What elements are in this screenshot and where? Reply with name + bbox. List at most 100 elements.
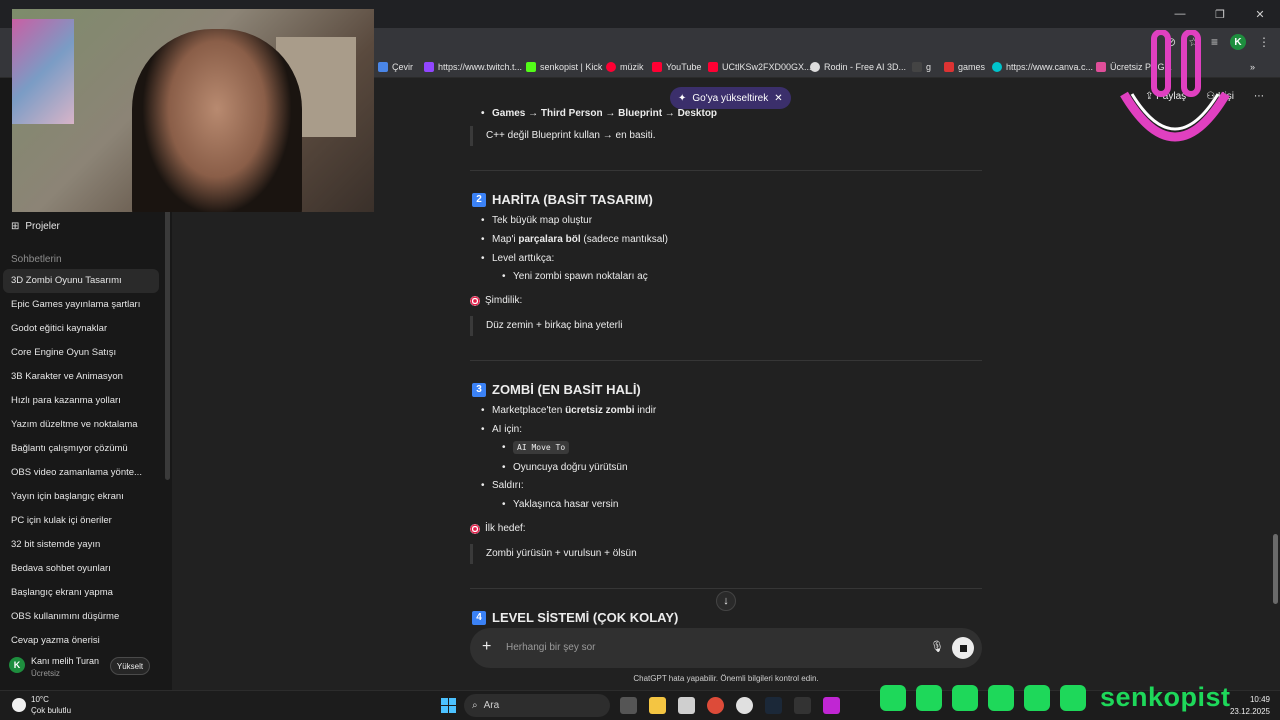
bookmark-item[interactable]: Rodin - Free AI 3D... xyxy=(810,59,906,75)
avatar: K xyxy=(9,657,25,673)
chat-item[interactable]: PC için kulak içi öneriler xyxy=(3,509,159,533)
epic-games-icon[interactable] xyxy=(794,697,811,714)
plus-icon[interactable]: + xyxy=(482,638,491,656)
weather-desc: Çok bulutlu xyxy=(31,706,72,715)
maximize-icon[interactable]: ❐ xyxy=(1200,0,1240,28)
upgrade-pill[interactable]: ✦ Go'ya yükseltirek ✕ xyxy=(670,87,791,109)
chat-item[interactable]: 3B Karakter ve Animasyon xyxy=(3,365,159,389)
user-plan: Ücretsiz xyxy=(31,669,60,678)
list-item: Level arttıkça: xyxy=(481,253,554,264)
list-item: Saldırı: xyxy=(481,480,524,491)
chat-item[interactable]: Yayın için başlangıç ekranı xyxy=(3,485,159,509)
chat-item[interactable]: OBS kullanımını düşürme xyxy=(3,605,159,629)
file-explorer-icon[interactable] xyxy=(649,697,666,714)
task-view-icon[interactable] xyxy=(620,697,637,714)
profile-avatar[interactable]: K xyxy=(1230,34,1246,50)
chat-list: 3D Zombi Oyunu Tasarımı Epic Games yayın… xyxy=(3,269,159,653)
taskbar-clock[interactable]: 10:49 23.12.2025 xyxy=(1230,694,1270,718)
blockquote: Zombi yürüsün + vurulsun + ölsün xyxy=(470,544,637,564)
section-heading: 4 LEVEL SİSTEMİ (ÇOK KOLAY) xyxy=(472,610,678,625)
list-item: AI Move To xyxy=(502,441,570,454)
app-icon[interactable] xyxy=(823,697,840,714)
webcam-overlay xyxy=(12,9,374,212)
chat-item[interactable]: Epic Games yayınlama şartları xyxy=(3,293,159,317)
bell-icon xyxy=(1060,684,1086,711)
close-icon[interactable]: ✕ xyxy=(774,93,782,104)
microphone-icon[interactable]: 🎙 xyxy=(930,640,944,653)
sidebar-projects[interactable]: ⊞ Projeler xyxy=(11,221,60,232)
bookmark-item[interactable]: g xyxy=(912,59,931,75)
sparkle-icon: ✦ xyxy=(678,92,687,104)
cloud-icon xyxy=(12,698,26,712)
list-item: Oyuncuya doğru yürütsün xyxy=(502,462,627,473)
close-icon[interactable]: ✕ xyxy=(1240,0,1280,28)
chat-item[interactable]: OBS video zamanlama yönte... xyxy=(3,461,159,485)
bookmark-item[interactable]: senkopist | Kick xyxy=(526,59,602,75)
obs-icon[interactable] xyxy=(736,697,753,714)
chat-item[interactable]: Core Engine Oyun Satışı xyxy=(3,341,159,365)
list-item: Yeni zombi spawn noktaları aç xyxy=(502,271,648,282)
windows-start-icon[interactable] xyxy=(441,698,456,713)
window-controls: — ❐ ✕ xyxy=(1160,0,1280,28)
list-item: AI için: xyxy=(481,424,522,435)
youtube-icon xyxy=(652,62,662,72)
bookmark-item[interactable]: https://www.twitch.t... xyxy=(424,59,522,75)
store-icon[interactable] xyxy=(678,697,695,714)
bookmark-item[interactable]: games xyxy=(944,59,985,75)
scroll-down-icon[interactable]: ↓ xyxy=(716,591,736,611)
wall-poster xyxy=(12,19,74,124)
chat-item[interactable]: Bedava sohbet oyunları xyxy=(3,557,159,581)
chats-heading: Sohbetlerin xyxy=(11,254,62,265)
target-icon xyxy=(470,523,480,534)
chat-item[interactable]: 32 bit sistemde yayın xyxy=(3,533,159,557)
bookmark-item[interactable]: Çevir xyxy=(378,59,413,75)
bookmark-icon xyxy=(912,62,922,72)
main-scrollbar[interactable] xyxy=(1273,534,1278,604)
callout: İlk hedef: xyxy=(470,523,526,534)
bookmark-item[interactable]: https://www.canva.c... xyxy=(992,59,1093,75)
number-badge: 4 xyxy=(472,610,486,625)
menu-icon[interactable]: ⋮ xyxy=(1258,35,1270,49)
upgrade-button[interactable]: Yükselt xyxy=(110,657,150,675)
taskbar-search[interactable]: ⌕ Ara xyxy=(464,694,610,717)
folder-plus-icon: ⊞ xyxy=(11,221,20,232)
kick-icon xyxy=(952,684,978,711)
streamer xyxy=(132,29,302,212)
chat-item[interactable]: Yazım düzeltme ve noktalama xyxy=(3,413,159,437)
chat-item[interactable]: Cevap yazma önerisi xyxy=(3,629,159,653)
bookmark-item[interactable]: müzik xyxy=(606,59,644,75)
twitch-icon xyxy=(424,62,434,72)
list-item: Yaklaşınca hasar versin xyxy=(502,499,618,510)
brand-name: senkopist xyxy=(1100,682,1231,712)
list-item: Map'i parçalara böl (sadece mantıksal) xyxy=(481,234,668,245)
weather-widget[interactable]: 10°C Çok bulutlu xyxy=(12,694,71,716)
minimize-icon[interactable]: — xyxy=(1160,0,1200,28)
list-item: Games → Third Person → Blueprint → Deskt… xyxy=(481,108,717,119)
steam-icon[interactable] xyxy=(765,697,782,714)
clock-time: 10:49 xyxy=(1249,695,1270,704)
bookmark-item[interactable]: YouTube xyxy=(652,59,701,75)
user-account[interactable]: K Kanı melih Turan Ücretsiz Yükselt xyxy=(0,653,172,687)
chat-item[interactable]: Hızlı para kazanma yolları xyxy=(3,389,159,413)
blockquote: Düz zemin + birkaç bina yeterli xyxy=(470,316,622,336)
divider xyxy=(470,360,982,361)
stop-button[interactable] xyxy=(952,637,974,659)
chat-item[interactable]: Godot eğitici kaynaklar xyxy=(3,317,159,341)
youtube-icon xyxy=(708,62,718,72)
more-options-icon[interactable]: ⋯ xyxy=(1254,91,1264,102)
chat-item[interactable]: Bağlantı çalışmıyor çözümü xyxy=(3,437,159,461)
section-heading: 2 HARİTA (BASİT TASARIM) xyxy=(472,192,653,207)
chrome-icon[interactable] xyxy=(707,697,724,714)
youtube-icon xyxy=(988,684,1014,711)
chat-item[interactable]: Başlangıç ekranı yapma xyxy=(3,581,159,605)
bookmark-item[interactable]: UCtlKSw2FXD00GX... xyxy=(708,59,812,75)
inline-code: AI Move To xyxy=(513,441,570,454)
list-item: Tek büyük map oluştur xyxy=(481,215,592,226)
prompt-input[interactable]: Herhangi bir şey sor xyxy=(506,642,595,653)
music-icon xyxy=(606,62,616,72)
callout: Şimdilik: xyxy=(470,295,522,306)
chat-item[interactable]: 3D Zombi Oyunu Tasarımı xyxy=(3,269,159,293)
png-icon xyxy=(1096,62,1106,72)
more-bookmarks-icon[interactable]: » xyxy=(1250,59,1255,75)
clock-date: 23.12.2025 xyxy=(1229,707,1270,716)
